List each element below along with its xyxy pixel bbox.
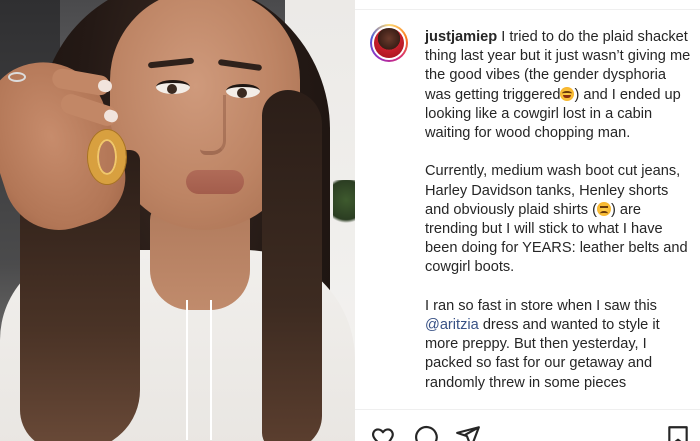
share-button[interactable] [455, 424, 481, 441]
mention-link[interactable]: @aritzia [425, 317, 479, 333]
background-plant [333, 180, 355, 230]
save-button[interactable] [665, 424, 691, 441]
caption-text: Currently, medium wash boot cut jeans, H… [425, 163, 681, 218]
like-button[interactable] [371, 424, 397, 441]
confounded-face-emoji-icon [596, 201, 611, 216]
gold-hoop-earring [88, 130, 126, 184]
comment-button[interactable] [413, 424, 439, 441]
bookmark-icon [668, 426, 688, 441]
paper-plane-icon [456, 426, 480, 441]
hair-right-strands [262, 90, 322, 441]
post-action-bar [355, 409, 700, 441]
ring [8, 72, 26, 82]
right-eye [226, 84, 260, 98]
heart-icon [372, 428, 394, 441]
avatar-ring [372, 26, 406, 60]
left-eye [156, 80, 190, 94]
avatar[interactable] [370, 24, 408, 62]
caption-paragraph-2: Currently, medium wash boot cut jeans, H… [425, 162, 695, 277]
nose [200, 95, 226, 155]
caption-text: I ran so fast in store when I saw this [425, 297, 657, 314]
blouse-tassel [186, 300, 212, 440]
caption-paragraph-3: I ran so fast in store when I saw this @… [425, 297, 695, 393]
grinning-sweat-emoji-icon [560, 86, 575, 101]
username-link[interactable]: justjamiep [425, 29, 497, 45]
comment-bubble-icon [415, 425, 438, 441]
lips [186, 170, 244, 194]
panel-top-divider [355, 0, 700, 10]
post-caption: justjamiep I tried to do the plaid shack… [425, 28, 695, 393]
post-media-video[interactable] [0, 0, 355, 441]
avatar-image [374, 28, 404, 58]
post-details-panel: justjamiep I tried to do the plaid shack… [355, 0, 700, 441]
caption-paragraph-1: justjamiep I tried to do the plaid shack… [425, 28, 695, 143]
